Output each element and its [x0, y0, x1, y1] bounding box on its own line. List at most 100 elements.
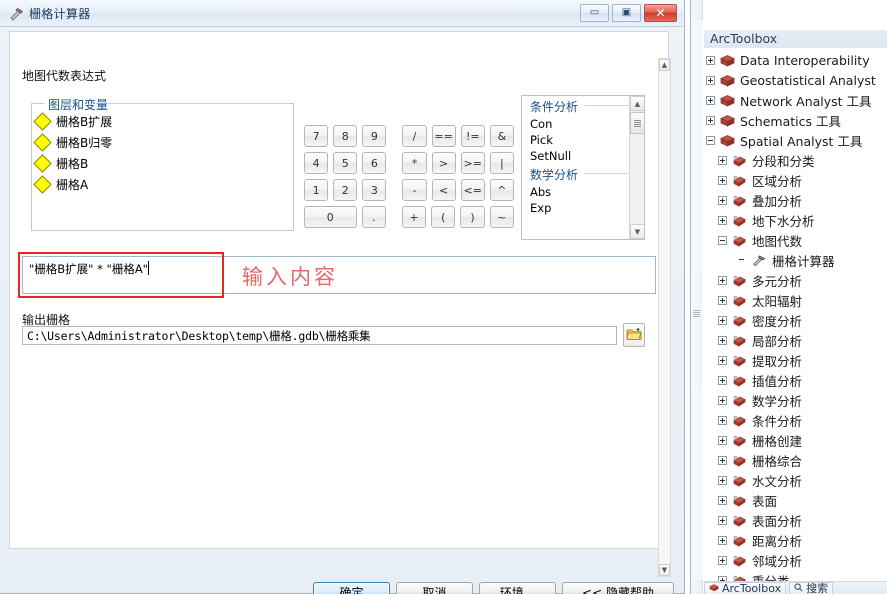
tree-item[interactable]: 水文分析: [704, 470, 887, 490]
tree-item[interactable]: Geostatistical Analyst: [704, 70, 887, 90]
dialog-scrollbar-track[interactable]: [659, 72, 670, 563]
layer-list-item[interactable]: 栅格B扩展: [32, 111, 293, 132]
scroll-up-icon[interactable]: ▲: [630, 96, 644, 111]
tree-item[interactable]: 栅格创建: [704, 430, 887, 450]
tree-item[interactable]: 距离分析: [704, 530, 887, 550]
expand-icon[interactable]: [718, 295, 727, 305]
keypad-key-[interactable]: .: [361, 206, 386, 228]
keypad-key-[interactable]: ): [460, 206, 485, 228]
keypad-key-0[interactable]: 0: [304, 206, 357, 228]
tree-item[interactable]: 表面分析: [704, 510, 887, 530]
expand-icon[interactable]: [718, 555, 727, 565]
expand-icon[interactable]: [718, 475, 727, 485]
keypad-key-[interactable]: /: [402, 125, 427, 147]
expand-icon[interactable]: [706, 75, 715, 85]
expand-icon[interactable]: [718, 195, 727, 205]
function-item[interactable]: SetNull: [522, 148, 644, 164]
tree-item-raster-calculator[interactable]: 栅格计算器: [704, 250, 887, 270]
tree-item[interactable]: 分段和分类: [704, 150, 887, 170]
tree-item[interactable]: 区域分析: [704, 170, 887, 190]
keypad-key-[interactable]: &: [489, 125, 514, 147]
tree-item[interactable]: 地图代数: [704, 230, 887, 250]
close-button[interactable]: ✕: [644, 4, 677, 22]
panel-tab[interactable]: 搜索: [789, 581, 834, 594]
tree-item[interactable]: 地下水分析: [704, 210, 887, 230]
tree-item[interactable]: 栅格综合: [704, 450, 887, 470]
collapse-icon[interactable]: [706, 135, 715, 145]
panel-tabs[interactable]: ArcToolbox 搜索: [704, 581, 887, 594]
keypad-key-[interactable]: *: [402, 152, 427, 174]
function-list[interactable]: 条件分析 Con Pick SetNull 数学分析 Abs Exp ▲ ▼: [521, 95, 645, 240]
keypad-key-[interactable]: !=: [460, 125, 485, 147]
arctoolbox-scrollbar-thumb[interactable]: [691, 270, 702, 390]
tree-item[interactable]: 多元分析: [704, 270, 887, 290]
panel-tab[interactable]: ArcToolbox: [704, 581, 787, 594]
keypad-key-[interactable]: ~: [489, 206, 514, 228]
function-item[interactable]: Exp: [522, 200, 644, 216]
keypad-key-7[interactable]: 7: [304, 125, 329, 147]
keypad-key-6[interactable]: 6: [362, 152, 387, 174]
dialog-titlebar[interactable]: 栅格计算器 ▭ ▣ ✕: [0, 0, 683, 27]
keypad-key-[interactable]: >=: [460, 152, 485, 174]
tree-item[interactable]: 密度分析: [704, 310, 887, 330]
browse-output-button[interactable]: [623, 323, 645, 347]
arctoolbox-scrollbar[interactable]: [691, 20, 703, 580]
math-function-items[interactable]: Abs Exp: [522, 184, 644, 216]
ok-button[interactable]: 确定: [313, 582, 390, 594]
keypad-key-8[interactable]: 8: [333, 125, 358, 147]
layer-list-item[interactable]: 栅格B: [32, 153, 293, 174]
keypad-key-3[interactable]: 3: [362, 179, 387, 201]
dialog-scroll-down-icon[interactable]: ▼: [659, 564, 670, 576]
scroll-down-icon[interactable]: ▼: [630, 224, 644, 239]
keypad-key-[interactable]: |: [489, 152, 514, 174]
keypad-key-[interactable]: -: [402, 179, 427, 201]
expand-icon[interactable]: [706, 95, 715, 105]
dialog-scrollbar[interactable]: ▲ ▼: [658, 58, 671, 577]
keypad-key-[interactable]: <=: [460, 179, 485, 201]
expand-icon[interactable]: [706, 115, 715, 125]
expand-icon[interactable]: [718, 215, 727, 225]
keypad-key-4[interactable]: 4: [304, 152, 329, 174]
expand-icon[interactable]: [718, 455, 727, 465]
expand-icon[interactable]: [718, 275, 727, 285]
expand-icon[interactable]: [718, 415, 727, 425]
tree-item[interactable]: 数学分析: [704, 390, 887, 410]
expand-icon[interactable]: [718, 495, 727, 505]
cancel-button[interactable]: 取消: [396, 582, 473, 594]
keypad-key-5[interactable]: 5: [333, 152, 358, 174]
keypad-key-[interactable]: <: [431, 179, 456, 201]
tree-item[interactable]: Data Interoperability: [704, 50, 887, 70]
keypad-key-[interactable]: (: [431, 206, 456, 228]
keypad-key-[interactable]: +: [401, 206, 427, 228]
expand-icon[interactable]: [718, 375, 727, 385]
expand-icon[interactable]: [718, 395, 727, 405]
expand-icon[interactable]: [706, 55, 715, 65]
minimize-button[interactable]: ▭: [580, 4, 609, 22]
conditional-function-items[interactable]: Con Pick SetNull: [522, 116, 644, 164]
tree-item[interactable]: 邻域分析: [704, 550, 887, 570]
arctoolbox-tree[interactable]: Data Interoperability Geostatistical Anal…: [704, 50, 887, 590]
expand-icon[interactable]: [718, 155, 727, 165]
expand-icon[interactable]: [718, 355, 727, 365]
output-raster-input[interactable]: C:\Users\Administrator\Desktop\temp\栅格.g…: [22, 326, 617, 345]
tree-item[interactable]: 提取分析: [704, 350, 887, 370]
tree-item[interactable]: Spatial Analyst 工具: [704, 130, 887, 150]
keypad-key-2[interactable]: 2: [333, 179, 358, 201]
hide-help-button[interactable]: << 隐藏帮助: [562, 582, 674, 594]
expand-icon[interactable]: [718, 315, 727, 325]
expand-icon[interactable]: [718, 435, 727, 445]
function-item[interactable]: Abs: [522, 184, 644, 200]
function-list-scrollbar[interactable]: ▲ ▼: [629, 96, 644, 239]
layers-list[interactable]: 栅格B扩展 栅格B归零 栅格B 栅格A: [32, 111, 293, 195]
tree-item[interactable]: Schematics 工具: [704, 110, 887, 130]
tree-item[interactable]: 局部分析: [704, 330, 887, 350]
expand-icon[interactable]: [718, 515, 727, 525]
expand-icon[interactable]: [718, 335, 727, 345]
expand-icon[interactable]: [718, 175, 727, 185]
function-item[interactable]: Con: [522, 116, 644, 132]
tree-item[interactable]: Network Analyst 工具: [704, 90, 887, 110]
tree-item[interactable]: 条件分析: [704, 410, 887, 430]
keypad-key-[interactable]: >: [431, 152, 456, 174]
maximize-button[interactable]: ▣: [612, 4, 641, 22]
environments-button[interactable]: 环境...: [479, 582, 556, 594]
